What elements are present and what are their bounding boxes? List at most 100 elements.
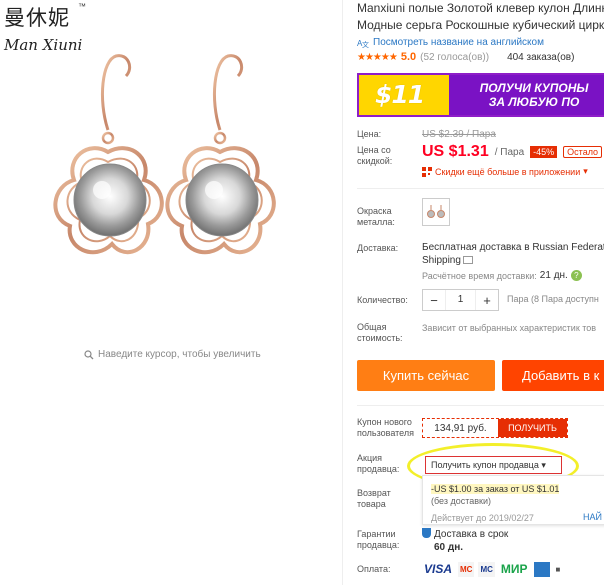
translate-title-link[interactable]: A文 Посмотреть название на английском: [357, 37, 604, 48]
payment-methods: VISA MC MC МИР ■: [422, 562, 562, 577]
guarantee-value: Доставка в срок 60 дн.: [422, 528, 508, 554]
price-label: Цена:: [357, 129, 382, 139]
zoom-hint: Наведите курсор, чтобы увеличить: [84, 349, 261, 360]
banner-line-1: ПОЛУЧИ КУПОНЫ: [479, 81, 589, 95]
quantity-stepper: − 1 +: [422, 289, 499, 311]
section-divider: [357, 188, 604, 189]
coupon-offer-subtext: (без доставки): [431, 496, 492, 506]
seller-coupon-select[interactable]: Получить купон продавца ▾: [425, 456, 562, 474]
translate-icon: A文: [357, 39, 369, 48]
quantity-decrease-button[interactable]: −: [423, 293, 445, 308]
quantity-available-note: Пара (8 Пара доступн: [507, 294, 599, 304]
svg-text:文: 文: [362, 40, 369, 48]
total-label: Общая стоимость:: [357, 322, 403, 344]
shipping-info[interactable]: Бесплатная доставка в Russian Federat Sh…: [422, 241, 604, 267]
get-coupon-button[interactable]: ПОЛУЧИТЬ: [498, 419, 567, 437]
quantity-increase-button[interactable]: +: [476, 293, 498, 308]
section-divider: [357, 405, 604, 406]
trademark-symbol: ™: [78, 2, 86, 11]
banner-amount: $11: [375, 80, 425, 109]
discount-badge: -45%: [530, 146, 558, 158]
total-label-2: стоимость:: [357, 333, 403, 343]
column-divider: [342, 0, 343, 585]
banner-amount-block: $11: [359, 75, 449, 115]
new-user-coupon: 134,91 руб. ПОЛУЧИТЬ: [422, 418, 568, 438]
returns-label: Возврат товара: [357, 488, 391, 510]
rating-score: 5.0: [400, 51, 417, 63]
banner-text-block: ПОЛУЧИ КУПОНЫ ЗА ЛЮБУЮ ПО: [449, 75, 604, 115]
rating-row: ★★★★★ 5.0 (52 голоса(ов)) 404 заказа(ов): [357, 51, 604, 63]
mastercard-icon: MC: [458, 562, 475, 577]
coupon-offer-text[interactable]: -US $1.00 за заказ от US $1.01: [431, 484, 560, 494]
product-title-line-1: Manxiuni полые Золотой клевер кулон Длин…: [357, 1, 604, 15]
coupon-promo-banner[interactable]: $11 ПОЛУЧИ КУПОНЫ ЗА ЛЮБУЮ ПО: [357, 73, 604, 117]
shipping-line-1: Бесплатная доставка в Russian Federat: [422, 242, 604, 253]
product-image-area[interactable]: 曼休妮 ™ Man Xiuni Наведите курсор, чтобы у…: [0, 0, 342, 585]
help-icon[interactable]: ?: [570, 270, 582, 281]
orders-count: 404 заказа(ов): [507, 51, 575, 63]
discount-price-label-2: скидкой:: [357, 156, 393, 166]
discount-price-label-1: Цена со: [357, 145, 391, 155]
guarantee-label-2: продавца:: [357, 540, 400, 550]
banner-line-2: ЗА ЛЮБУЮ ПО: [488, 95, 580, 109]
rating-votes-link[interactable]: (52 голоса(ов)): [420, 52, 489, 63]
chevron-down-icon: ▾: [583, 166, 588, 176]
right-earring: [165, 54, 276, 255]
delivery-estimate: Расчётное время доставки: 21 дн. ?: [422, 270, 582, 281]
guarantee-days: 60 дн.: [434, 542, 464, 553]
zoom-hint-text: Наведите курсор, чтобы увеличить: [98, 349, 261, 360]
time-left-badge: Остало: [563, 146, 603, 158]
buy-now-button[interactable]: Купить сейчас: [357, 360, 495, 391]
earring-thumbnail-icon: [427, 205, 445, 218]
original-price: US $2.39 / Пара: [422, 129, 496, 140]
new-user-coupon-label-1: Купон нового: [357, 417, 412, 427]
discount-price-label: Цена со скидкой:: [357, 145, 392, 167]
new-user-coupon-label: Купон нового пользователя: [357, 417, 414, 439]
quantity-input[interactable]: 1: [445, 290, 476, 310]
seller-promo-label-2: продавца:: [357, 464, 400, 474]
chevron-down-icon: ▾: [541, 460, 546, 470]
seller-coupon-select-text: Получить купон продавца: [431, 460, 539, 470]
app-discount-link[interactable]: Скидки ещё больше в приложении ▾: [422, 166, 588, 177]
qr-code-icon: [422, 166, 432, 177]
returns-label-1: Возврат: [357, 488, 391, 498]
maestro-icon: MC: [478, 562, 495, 577]
discount-price-amount: US $1.31: [422, 143, 489, 160]
seller-promo-label: Акция продавца:: [357, 453, 399, 475]
find-coupon-link[interactable]: НАЙ: [583, 512, 602, 522]
returns-label-2: товара: [357, 499, 386, 509]
shipping-dropdown-icon[interactable]: [462, 256, 473, 265]
guarantee-label-1: Гарантии: [357, 529, 396, 539]
delivery-estimate-value: 21 дн.: [539, 270, 568, 281]
shield-icon: [422, 528, 431, 538]
price-unit: / Пара: [494, 146, 525, 158]
delivery-label: Доставка:: [357, 243, 399, 253]
seller-coupon-dropdown: -US $1.00 за заказ от US $1.01 (без дост…: [422, 475, 604, 525]
total-label-1: Общая: [357, 322, 387, 332]
color-label-2: металла:: [357, 217, 395, 227]
guarantee-text: Доставка в срок: [434, 529, 509, 540]
visa-icon: VISA: [424, 562, 453, 576]
color-option-thumbnail[interactable]: [422, 198, 450, 226]
translate-link-text: Посмотреть название на английском: [373, 37, 544, 48]
seller-promo-label-1: Акция: [357, 453, 382, 463]
earrings-product-image: [53, 54, 276, 255]
wallet-icon: ■: [555, 565, 561, 574]
app-discount-text: Скидки ещё больше в приложении: [435, 166, 581, 177]
guarantee-label: Гарантии продавца:: [357, 529, 399, 551]
left-earring: [53, 54, 164, 255]
discount-price-row: US $1.31 / Пара -45% Остало: [422, 143, 603, 161]
new-user-coupon-value: 134,91 руб.: [434, 422, 487, 434]
quantity-label: Количество:: [357, 295, 408, 305]
total-value: Зависит от выбранных характеристик тов: [422, 323, 597, 333]
color-label: Окраска металла:: [357, 206, 395, 228]
color-label-1: Окраска: [357, 206, 392, 216]
card-icon: [533, 562, 550, 577]
mir-icon: МИР: [500, 562, 528, 576]
coupon-valid-until: Действует до 2019/02/27: [431, 513, 534, 523]
add-to-cart-button[interactable]: Добавить в к: [502, 360, 604, 391]
product-detail-panel: Manxiuni полые Золотой клевер кулон Длин…: [357, 0, 604, 585]
product-title-line-2: Модные серьга Роскошные кубический цирк: [357, 18, 604, 32]
magnifier-icon: [84, 349, 94, 359]
shipping-line-2: Shipping: [422, 255, 461, 266]
